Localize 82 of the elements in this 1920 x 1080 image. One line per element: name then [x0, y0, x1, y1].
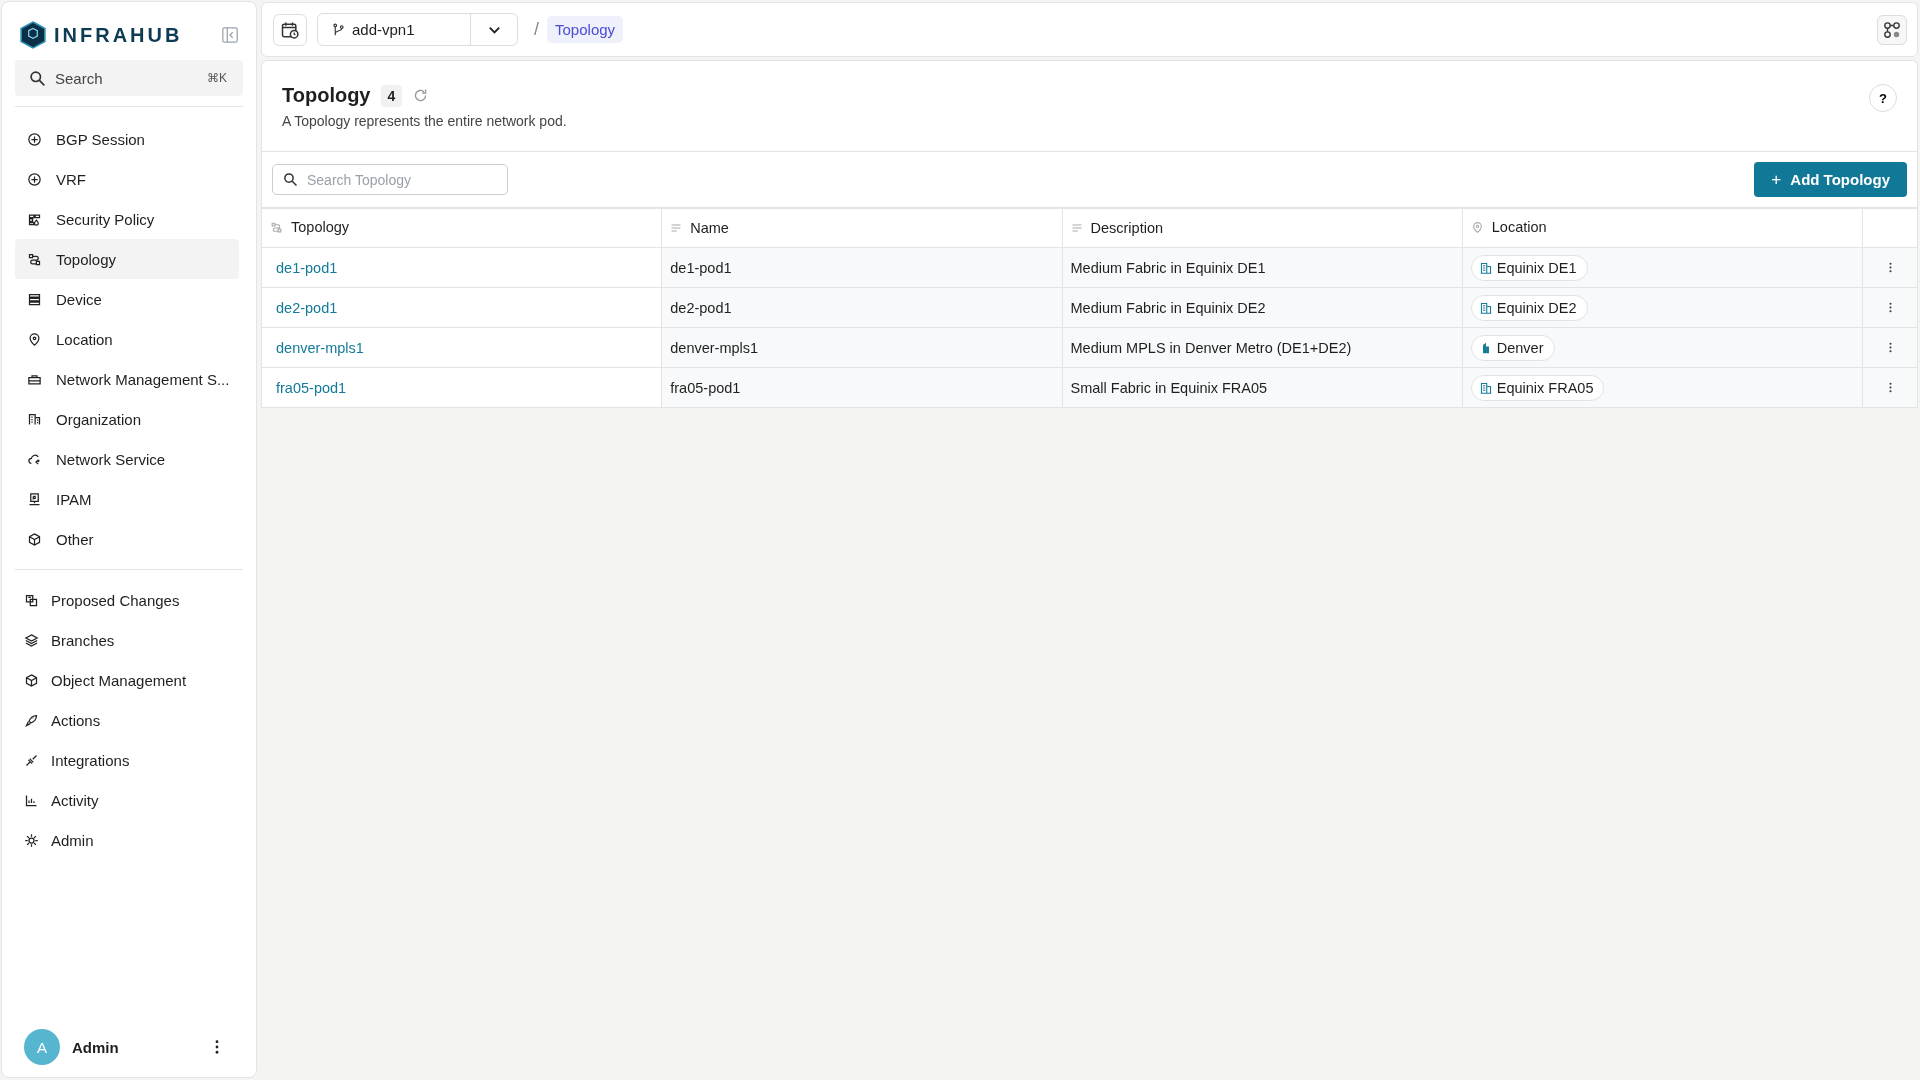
- nav-icon: [27, 531, 42, 547]
- hexagon-logo-icon: [20, 21, 46, 49]
- location-chip[interactable]: Equinix DE1: [1470, 254, 1588, 281]
- branch-icon: [332, 23, 345, 36]
- nav-icon: [27, 491, 42, 507]
- branch-selector[interactable]: add-vpn1: [317, 13, 518, 46]
- search-icon: [29, 70, 46, 87]
- user-name: Admin: [72, 1038, 120, 1056]
- breadcrumb-link[interactable]: Topology: [547, 16, 624, 43]
- sidebar-item[interactable]: Topology: [15, 239, 239, 279]
- page-description: A Topology represents the entire network pod.: [282, 113, 567, 129]
- breadcrumb-separator: /: [534, 19, 539, 40]
- sidebar-item[interactable]: Organization: [15, 399, 239, 439]
- branch-name: add-vpn1: [352, 21, 415, 38]
- nav-icon: [27, 411, 42, 427]
- nav-icon: [24, 752, 39, 768]
- sidebar-item[interactable]: Admin: [15, 820, 239, 860]
- table-cell: fra05-pod1: [661, 367, 1062, 408]
- table-cell: de2-pod1: [661, 287, 1062, 328]
- topology-link[interactable]: de1-pod1: [276, 259, 338, 276]
- count-badge: 4: [380, 84, 403, 107]
- sidebar-item[interactable]: Other: [15, 519, 239, 559]
- nav-icon: [27, 211, 42, 227]
- sidebar-item[interactable]: Network Management S...: [15, 359, 239, 399]
- topology-link[interactable]: denver-mpls1: [276, 339, 364, 356]
- page-title: Topology: [282, 84, 371, 107]
- search-icon: [283, 172, 298, 187]
- nav-icon: [27, 291, 42, 307]
- row-actions-icon[interactable]: [1888, 261, 1892, 273]
- graph-button[interactable]: [1877, 14, 1907, 45]
- more-options-icon[interactable]: [215, 1040, 219, 1054]
- sidebar-item[interactable]: Integrations: [15, 740, 239, 780]
- sidebar-item[interactable]: Device: [15, 279, 239, 319]
- sidebar-item[interactable]: Proposed Changes: [15, 580, 239, 620]
- sidebar-item[interactable]: Actions: [15, 700, 239, 740]
- table-cell: Medium Fabric in Equinix DE1: [1062, 247, 1463, 288]
- building-icon: [1479, 381, 1492, 394]
- sidebar-item[interactable]: BGP Session: [15, 119, 239, 159]
- table-cell: denver-mpls1: [661, 327, 1062, 368]
- nav-icon: [27, 331, 42, 347]
- shortcut-hint: ⌘K: [207, 71, 227, 85]
- row-actions-icon[interactable]: [1888, 301, 1892, 313]
- search-field[interactable]: Search Topology: [272, 164, 508, 195]
- table-cell: Small Fabric in Equinix FRA05: [1062, 367, 1463, 408]
- nav-icon: [27, 251, 42, 267]
- building-icon: [1479, 261, 1492, 274]
- topology-link[interactable]: de2-pod1: [276, 299, 338, 316]
- sidebar-item[interactable]: Object Management: [15, 660, 239, 700]
- row-actions-icon[interactable]: [1888, 341, 1892, 353]
- table-cell: Medium MPLS in Denver Metro (DE1+DE2): [1062, 327, 1463, 368]
- table-cell: de1-pod1: [661, 247, 1062, 288]
- location-chip[interactable]: Denver: [1470, 334, 1555, 361]
- sidebar-item[interactable]: Branches: [15, 620, 239, 660]
- help-button[interactable]: ?: [1869, 84, 1897, 112]
- sidebar-item[interactable]: IPAM: [15, 479, 239, 519]
- sidebar-item[interactable]: Activity: [15, 780, 239, 820]
- nav-icon: [24, 632, 39, 648]
- topology-link[interactable]: fra05-pod1: [276, 379, 347, 396]
- nav-icon: [24, 712, 39, 728]
- location-chip[interactable]: Equinix DE2: [1470, 294, 1588, 321]
- nav-icon: [24, 832, 39, 848]
- sidebar-item[interactable]: Network Service: [15, 439, 239, 479]
- building-icon: [1479, 301, 1492, 314]
- column-header[interactable]: Topology: [261, 208, 662, 248]
- brand-name: INFRAHUB: [54, 23, 183, 47]
- nav-icon: [27, 171, 42, 187]
- graph-nodes-icon: [1883, 20, 1901, 39]
- nav-icon: [24, 672, 39, 688]
- location-pin-icon: [1470, 220, 1484, 234]
- row-actions-icon[interactable]: [1888, 381, 1892, 393]
- add-button[interactable]: + Add Topology: [1754, 162, 1907, 197]
- sidebar-item[interactable]: Location: [15, 319, 239, 359]
- text-lines-icon: [1070, 221, 1083, 234]
- nav-icon: [27, 131, 42, 147]
- calendar-clock-button[interactable]: [273, 13, 307, 46]
- sidebar-item[interactable]: Security Policy: [15, 199, 239, 239]
- text-lines-icon: [670, 221, 683, 234]
- topology-icon: [270, 220, 283, 234]
- table-cell: Medium Fabric in Equinix DE2: [1062, 287, 1463, 328]
- nav-icon: [24, 592, 39, 608]
- location-chip[interactable]: Equinix FRA05: [1470, 374, 1605, 401]
- sidebar-item[interactable]: VRF: [15, 159, 239, 199]
